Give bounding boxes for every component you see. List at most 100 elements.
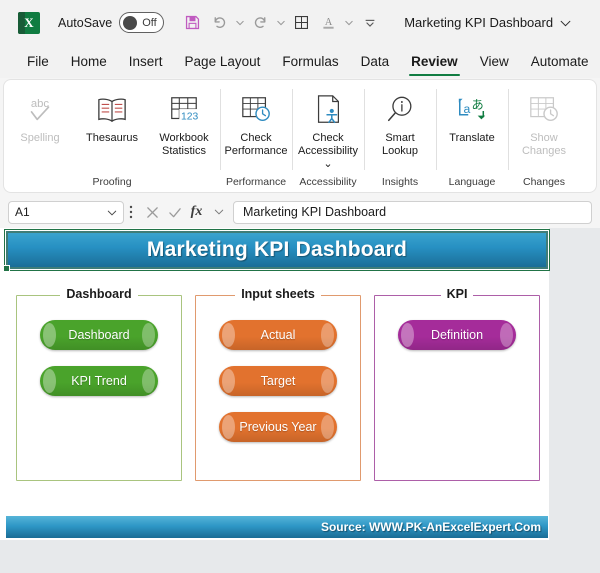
font-color-chevron-down-icon[interactable]: [343, 11, 355, 35]
ribbon-button-check-accessibility[interactable]: Check Accessibility ⌄: [292, 86, 364, 172]
name-box-value: A1: [15, 205, 30, 219]
ribbon-button-label: Spelling: [20, 132, 60, 144]
formula-bar-buttons: fx: [138, 202, 233, 222]
accessibility-page-icon: [311, 89, 345, 131]
table-123-icon: 123: [167, 89, 201, 131]
undo-icon[interactable]: [207, 10, 232, 35]
magnifier-info-icon: [384, 89, 416, 131]
ribbon-button-spelling: abc Spelling: [4, 86, 76, 145]
tab-formulas[interactable]: Formulas: [271, 50, 349, 73]
nav-button-kpi-trend[interactable]: KPI Trend: [40, 366, 158, 396]
undo-chevron-down-icon[interactable]: [234, 11, 246, 35]
document-title[interactable]: Marketing KPI Dashboard: [404, 15, 571, 30]
ribbon-group-accessibility: Check Accessibility ⌄ Accessibility: [292, 80, 364, 192]
borders-icon[interactable]: [289, 10, 314, 35]
source-bar: Source: WWW.PK-AnExcelExpert.Com: [6, 516, 548, 538]
svg-text:123: 123: [181, 111, 199, 122]
table-history-icon: [527, 89, 561, 131]
svg-text:A: A: [325, 17, 333, 28]
tab-automate[interactable]: Automate: [520, 50, 600, 73]
redo-chevron-down-icon[interactable]: [275, 11, 287, 35]
formula-bar: A1 fx Marketing KPI Dashboard: [0, 196, 600, 228]
book-icon: [95, 89, 129, 131]
tab-insert[interactable]: Insert: [118, 50, 174, 73]
ribbon-button-label: Translate: [449, 132, 494, 145]
ribbon-group-items: Smart Lookup: [364, 86, 436, 176]
ribbon-group-items: a あ Translate: [436, 86, 508, 176]
ribbon-group-language: a あ Translate Language: [436, 80, 508, 192]
ribbon-group-items: Show Changes: [508, 86, 580, 176]
ribbon-button-label: Workbook Statistics: [159, 132, 208, 158]
save-icon[interactable]: [180, 10, 205, 35]
ribbon-button-label-line1: Show: [530, 132, 558, 144]
tab-page-layout[interactable]: Page Layout: [174, 50, 272, 73]
worksheet-area: Marketing KPI Dashboard Dashboard Dashboa…: [0, 228, 600, 573]
worksheet-canvas[interactable]: Marketing KPI Dashboard Dashboard Dashboa…: [0, 228, 550, 540]
group-box-content: Actual Target Previous Year: [195, 308, 361, 481]
ribbon-button-thesaurus[interactable]: Thesaurus: [76, 86, 148, 145]
name-box[interactable]: A1: [8, 200, 124, 224]
ribbon-group-items: Check Performance: [220, 86, 292, 176]
ribbon-button-smart-lookup[interactable]: Smart Lookup: [364, 86, 436, 158]
nav-button-label: Target: [260, 374, 296, 388]
ribbon-button-label-line2: Accessibility ⌄: [298, 145, 358, 171]
ribbon-button-label-line2: Lookup: [381, 145, 419, 158]
nav-button-label: Actual: [260, 328, 296, 342]
group-box-title-dashboard: Dashboard: [60, 286, 138, 303]
font-color-icon[interactable]: A: [316, 10, 341, 35]
formula-bar-options-icon[interactable]: [124, 204, 138, 220]
tab-file[interactable]: File: [16, 50, 60, 73]
autosave-state-label: Off: [142, 16, 157, 29]
ribbon-group-items: abc Spelling Thesaurus 123 Workbook Statistic…: [4, 86, 220, 176]
autosave-toggle[interactable]: Off: [119, 12, 165, 33]
selection-handle[interactable]: [3, 265, 10, 272]
tab-data[interactable]: Data: [350, 50, 401, 73]
ribbon-button-label: Smart Lookup: [382, 132, 418, 158]
dashboard-banner[interactable]: Marketing KPI Dashboard: [6, 231, 548, 269]
name-box-chevron-down-icon[interactable]: [107, 205, 117, 219]
table-clock-icon: [239, 89, 273, 131]
ribbon-button-check-performance[interactable]: Check Performance: [220, 86, 292, 158]
ribbon-button-label-line2: Statistics: [161, 145, 206, 158]
excel-window: X AutoSave Off A Marketing KPI Dashboard…: [0, 0, 600, 573]
group-box-content: Dashboard KPI Trend: [16, 308, 182, 481]
customize-quick-access-icon[interactable]: [357, 10, 382, 35]
tab-view[interactable]: View: [469, 50, 520, 73]
quick-access-toolbar: A: [180, 10, 382, 35]
ribbon-group-proofing: abc Spelling Thesaurus 123 Workbook Statistic…: [4, 80, 220, 192]
ribbon-button-translate[interactable]: a あ Translate: [436, 86, 508, 145]
ribbon-button-label-line1: Check: [240, 132, 272, 144]
group-box-kpi: KPI Definition: [374, 286, 540, 481]
ribbon-button-label-line1: Translate: [449, 132, 495, 144]
navigation-groups: Dashboard Dashboard KPI Trend Input sheets A…: [16, 286, 540, 481]
ribbon-button-show-changes: Show Changes: [508, 86, 580, 158]
abc-check-icon: abc: [23, 89, 57, 131]
tab-home[interactable]: Home: [60, 50, 118, 73]
nav-button-previous-year[interactable]: Previous Year: [219, 412, 337, 442]
nav-button-definition[interactable]: Definition: [398, 320, 516, 350]
excel-icon-letter: X: [24, 14, 34, 30]
ribbon-button-workbook-statistics[interactable]: 123 Workbook Statistics: [148, 86, 220, 158]
nav-button-target[interactable]: Target: [219, 366, 337, 396]
nav-button-label: Definition: [430, 328, 484, 342]
redo-icon[interactable]: [248, 10, 273, 35]
nav-button-actual[interactable]: Actual: [219, 320, 337, 350]
tab-review[interactable]: Review: [400, 50, 469, 77]
ribbon-button-label-line2: Changes: [521, 145, 567, 158]
svg-text:あ: あ: [472, 98, 484, 112]
nav-button-label: KPI Trend: [71, 374, 127, 388]
check-icon[interactable]: [166, 202, 183, 222]
ribbon-group-items: Check Accessibility ⌄: [292, 86, 364, 176]
group-box-content: Definition: [374, 308, 540, 481]
ribbon-group-performance: Check Performance Performance: [220, 80, 292, 192]
formula-chevron-down-icon[interactable]: [210, 202, 227, 222]
fx-icon[interactable]: fx: [188, 202, 205, 222]
ribbon: abc Spelling Thesaurus 123 Workbook Statistic…: [4, 80, 596, 192]
group-box-dashboard: Dashboard Dashboard KPI Trend: [16, 286, 182, 481]
document-title-chevron-down-icon[interactable]: [560, 15, 571, 30]
nav-button-dashboard[interactable]: Dashboard: [40, 320, 158, 350]
ribbon-group-label-changes: Changes: [522, 176, 566, 188]
ribbon-group-label-insights: Insights: [381, 176, 419, 188]
close-icon[interactable]: [144, 202, 161, 222]
formula-input[interactable]: Marketing KPI Dashboard: [233, 200, 592, 224]
